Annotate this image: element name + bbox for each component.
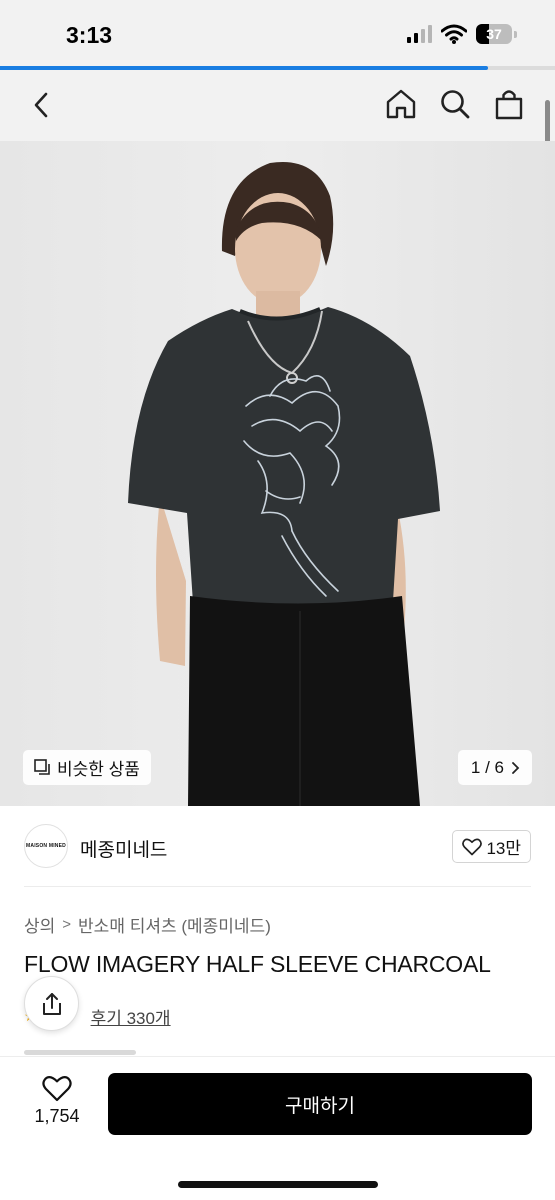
product-title: FLOW IMAGERY HALF SLEEVE CHARCOAL — [24, 951, 491, 977]
breadcrumb: 상의 > 반소매 티셔츠 (메종미네드) — [24, 912, 271, 937]
battery-level: 37 — [486, 26, 502, 42]
brand-row[interactable]: MAISON MINED 메종미네드 13만 — [0, 806, 555, 886]
buy-button[interactable]: 구매하기 — [108, 1073, 532, 1135]
brand-like-count: 13만 — [486, 839, 521, 858]
battery-icon: 37 — [476, 24, 512, 44]
heart-outline-icon — [42, 1076, 72, 1102]
copy-icon — [34, 759, 50, 775]
chevron-right-icon — [512, 761, 520, 774]
signal-icon — [407, 25, 432, 43]
bottom-purchase-bar: 1,754 구매하기 — [0, 1056, 555, 1200]
brand-logo[interactable]: MAISON MINED — [24, 824, 68, 868]
wifi-icon — [441, 24, 467, 44]
brand-like-button[interactable]: 13만 — [452, 830, 531, 863]
share-button[interactable] — [24, 976, 79, 1031]
search-icon[interactable] — [439, 87, 471, 121]
status-time: 3:13 — [66, 22, 113, 48]
review-link[interactable]: 후기 330개 — [91, 1004, 171, 1029]
similar-products-button[interactable]: 비슷한 상품 — [23, 750, 151, 785]
product-photo — [0, 141, 555, 806]
product-image-gallery[interactable]: 비슷한 상품 1 / 6 — [0, 141, 555, 806]
similar-products-label: 비슷한 상품 — [57, 760, 140, 779]
back-button[interactable] — [28, 90, 56, 120]
nav-bar — [0, 70, 555, 141]
breadcrumb-item-category[interactable]: 상의 — [24, 912, 55, 937]
status-icons: 37 — [407, 24, 517, 44]
gallery-pager-label: 1 / 6 — [470, 757, 504, 777]
breadcrumb-separator: > — [62, 916, 72, 933]
home-indicator — [178, 1181, 378, 1188]
heart-outline-icon — [462, 838, 483, 855]
status-bar: 3:13 37 — [0, 0, 555, 66]
partial-tag-row — [24, 1050, 136, 1055]
home-icon[interactable] — [385, 87, 417, 121]
breadcrumb-item-subcategory[interactable]: 반소매 티셔츠 (메종미네드) — [78, 912, 271, 937]
battery-cap — [514, 30, 517, 38]
nav-actions — [385, 87, 525, 121]
chevron-left-icon — [34, 92, 48, 118]
gallery-pager[interactable]: 1 / 6 — [457, 750, 532, 785]
brand-name[interactable]: 메종미네드 — [80, 835, 167, 862]
wishlist-button[interactable]: 1,754 — [24, 1075, 90, 1127]
share-icon — [42, 992, 61, 1015]
divider — [24, 886, 531, 887]
wishlist-count: 1,754 — [34, 1106, 80, 1126]
shopping-bag-icon[interactable] — [493, 87, 525, 121]
